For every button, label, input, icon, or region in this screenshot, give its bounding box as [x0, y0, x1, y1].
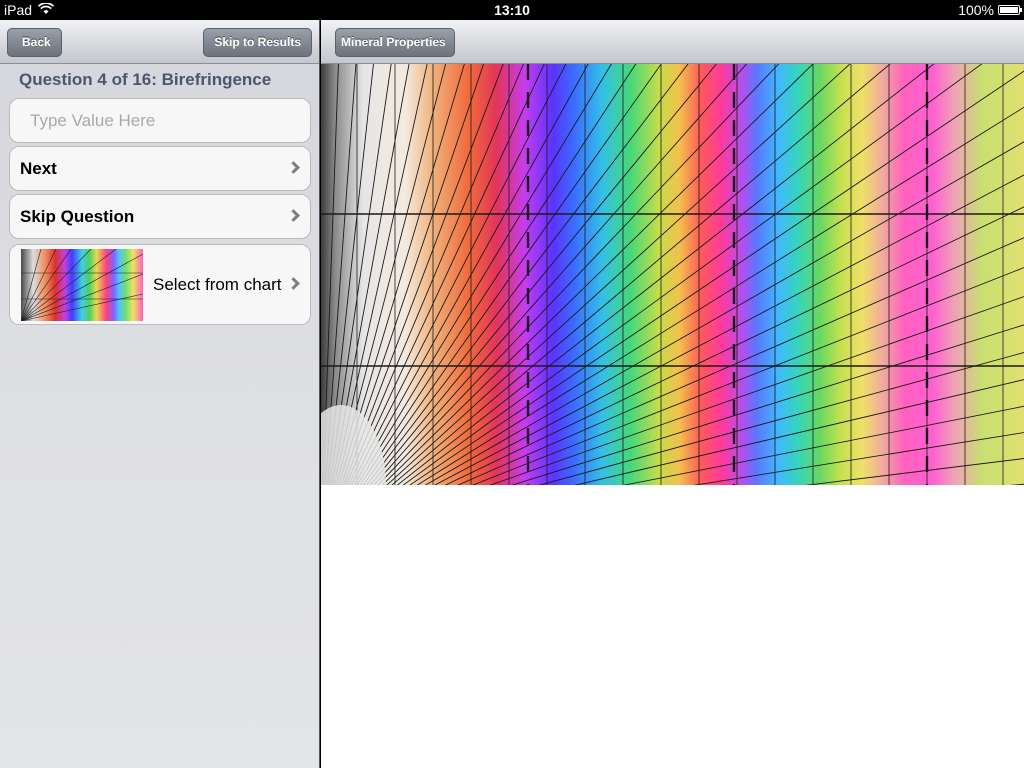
- chevron-right-icon: [287, 160, 300, 174]
- left-nav-bar: Back Skip to Results: [0, 20, 319, 64]
- clock: 13:10: [494, 2, 530, 18]
- question-pane: Back Skip to Results Question 4 of 16: B…: [0, 20, 320, 768]
- chart-thumbnail: [21, 249, 143, 321]
- status-bar: iPad 13:10 100%: [0, 0, 1024, 20]
- chevron-right-icon: [287, 276, 300, 290]
- select-from-chart-label: Select from chart: [153, 275, 282, 294]
- skip-question-button[interactable]: Skip Question: [9, 194, 311, 239]
- interference-color-chart[interactable]: [321, 64, 1024, 485]
- battery-percent: 100%: [958, 2, 994, 18]
- select-from-chart-button[interactable]: Select from chart: [9, 244, 311, 325]
- question-title: Question 4 of 16: Birefringence: [19, 70, 272, 89]
- value-input[interactable]: [10, 99, 310, 142]
- value-input-cell: [9, 98, 311, 143]
- skip-to-results-button[interactable]: Skip to Results: [203, 28, 312, 57]
- chart-lines: [321, 64, 1024, 485]
- next-label: Next: [20, 158, 57, 178]
- detail-pane: Mineral Properties: [321, 20, 1024, 768]
- next-button[interactable]: Next: [9, 146, 311, 191]
- battery-icon: [998, 5, 1022, 15]
- right-nav-bar: Mineral Properties: [321, 20, 1024, 64]
- skip-question-label: Skip Question: [20, 206, 135, 226]
- chevron-right-icon: [287, 208, 300, 222]
- mineral-properties-button[interactable]: Mineral Properties: [335, 28, 455, 57]
- back-button[interactable]: Back: [7, 28, 62, 57]
